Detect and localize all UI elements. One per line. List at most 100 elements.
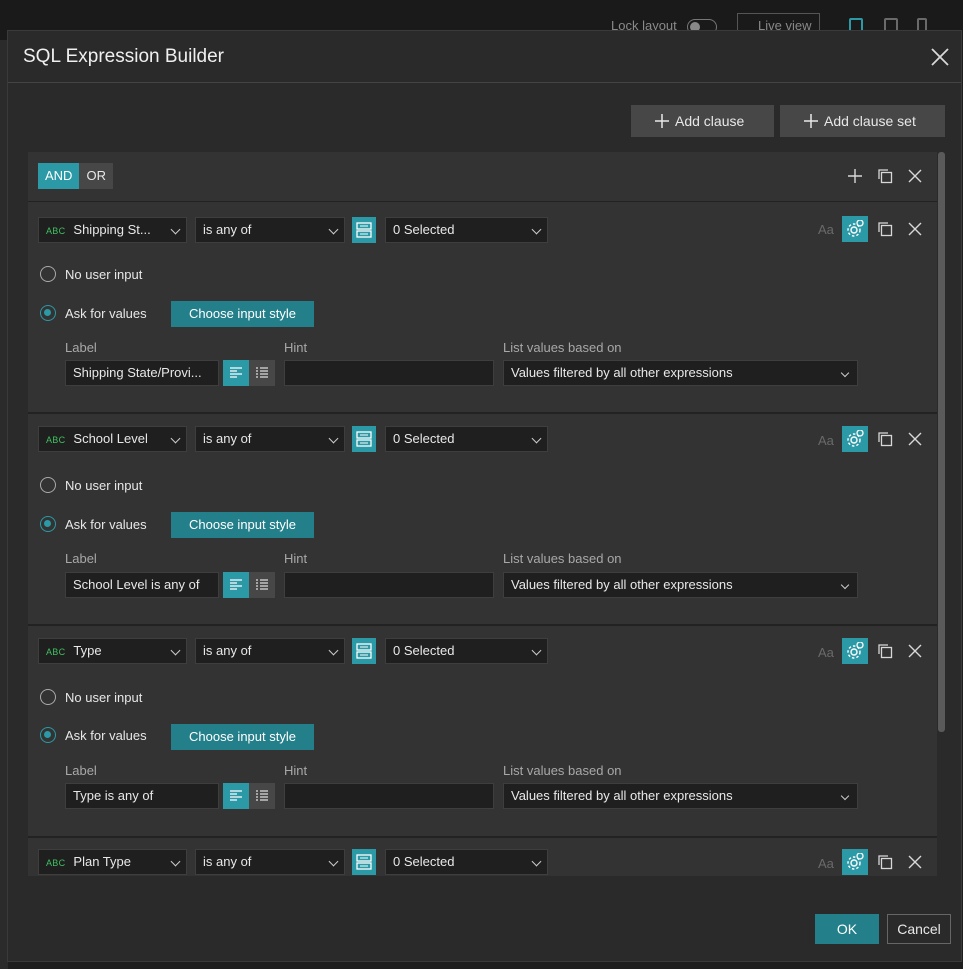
add-clause-set-button[interactable]: Add clause set (780, 105, 945, 137)
hint-heading: Hint (284, 340, 308, 355)
align-left-icon[interactable] (223, 360, 249, 386)
case-sensitive-icon[interactable]: Aa (818, 856, 834, 871)
ask-for-values-label: Ask for values (65, 305, 147, 321)
operator-value: is any of (203, 643, 252, 658)
clause-set-container: AND OR ABC Shipping St... is any of 0 Se… (28, 152, 937, 876)
delete-icon[interactable] (904, 851, 926, 873)
hint-input[interactable] (284, 572, 494, 598)
chevron-down-icon (328, 224, 339, 235)
radio-button-selected[interactable] (40, 516, 56, 532)
vertical-scrollbar[interactable] (938, 152, 945, 732)
case-sensitive-icon[interactable]: Aa (818, 433, 834, 448)
field-select[interactable]: ABC Shipping St... (38, 217, 187, 243)
case-sensitive-icon[interactable]: Aa (818, 645, 834, 660)
label-heading: Label (65, 763, 97, 778)
radio-button[interactable] (40, 689, 56, 705)
string-type-icon: ABC (46, 647, 66, 657)
value-source-icon[interactable] (352, 217, 376, 243)
operator-select[interactable]: is any of (195, 638, 345, 664)
case-sensitive-icon[interactable]: Aa (818, 222, 834, 237)
operator-select[interactable]: is any of (195, 426, 345, 452)
hint-input[interactable] (284, 360, 494, 386)
choose-input-style-button[interactable]: Choose input style (171, 301, 314, 327)
duplicate-icon[interactable] (874, 428, 896, 450)
string-type-icon: ABC (46, 435, 66, 445)
add-icon[interactable] (844, 165, 866, 187)
no-user-input-option[interactable]: No user input (40, 477, 142, 493)
duplicate-icon[interactable] (874, 851, 896, 873)
settings-gear-icon[interactable] (842, 638, 868, 664)
delete-icon[interactable] (904, 640, 926, 662)
duplicate-icon[interactable] (874, 640, 896, 662)
no-user-input-label: No user input (65, 689, 143, 705)
list-style-icon[interactable] (249, 783, 275, 809)
operator-value: is any of (203, 431, 252, 446)
operator-value: is any of (203, 854, 252, 869)
field-select[interactable]: ABC Plan Type (38, 849, 187, 875)
close-icon[interactable] (929, 46, 951, 68)
list-values-text: Values filtered by all other expressions (511, 365, 733, 380)
field-value: Type (73, 643, 102, 658)
list-values-text: Values filtered by all other expressions (511, 577, 733, 592)
value-select[interactable]: 0 Selected (385, 426, 548, 452)
value-select[interactable]: 0 Selected (385, 849, 548, 875)
list-style-icon[interactable] (249, 360, 275, 386)
no-user-input-label: No user input (65, 477, 143, 493)
clause-row: ABC Type is any of 0 Selected Aa No user… (28, 626, 937, 838)
list-values-select[interactable]: Values filtered by all other expressions (503, 783, 858, 809)
value-text: 0 Selected (393, 222, 455, 237)
value-source-icon[interactable] (352, 426, 376, 452)
duplicate-icon[interactable] (874, 165, 896, 187)
field-select[interactable]: ABC School Level (38, 426, 187, 452)
value-source-icon[interactable] (352, 638, 376, 664)
no-user-input-option[interactable]: No user input (40, 689, 142, 705)
list-values-select[interactable]: Values filtered by all other expressions (503, 360, 858, 386)
radio-button-selected[interactable] (40, 305, 56, 321)
radio-button[interactable] (40, 477, 56, 493)
settings-gear-icon[interactable] (842, 849, 868, 875)
label-input[interactable]: Shipping State/Provi... (65, 360, 219, 386)
value-source-icon[interactable] (352, 849, 376, 875)
list-style-icon[interactable] (249, 572, 275, 598)
radio-button[interactable] (40, 266, 56, 282)
choose-input-style-button[interactable]: Choose input style (171, 724, 314, 750)
choose-input-style-button[interactable]: Choose input style (171, 512, 314, 538)
value-select[interactable]: 0 Selected (385, 217, 548, 243)
value-select[interactable]: 0 Selected (385, 638, 548, 664)
logic-toggle: AND OR (38, 163, 113, 189)
or-option[interactable]: OR (79, 163, 113, 189)
ask-for-values-option[interactable]: Ask for values (40, 305, 147, 321)
delete-icon[interactable] (904, 428, 926, 450)
add-clause-button[interactable]: Add clause (631, 105, 774, 137)
list-values-heading: List values based on (503, 340, 622, 355)
label-input[interactable]: Type is any of (65, 783, 219, 809)
hint-input[interactable] (284, 783, 494, 809)
delete-icon[interactable] (904, 218, 926, 240)
no-user-input-option[interactable]: No user input (40, 266, 142, 282)
list-values-select[interactable]: Values filtered by all other expressions (503, 572, 858, 598)
clause-set-header: AND OR (28, 152, 937, 202)
chevron-down-icon (840, 580, 850, 590)
align-left-icon[interactable] (223, 572, 249, 598)
cancel-button[interactable]: Cancel (887, 914, 951, 944)
and-option[interactable]: AND (38, 163, 80, 189)
chevron-down-icon (531, 224, 542, 235)
field-value: Plan Type (73, 854, 131, 869)
settings-gear-icon[interactable] (842, 426, 868, 452)
chevron-down-icon (328, 645, 339, 656)
field-select[interactable]: ABC Type (38, 638, 187, 664)
delete-icon[interactable] (904, 165, 926, 187)
align-left-icon[interactable] (223, 783, 249, 809)
add-clause-label: Add clause (675, 113, 745, 129)
sql-expression-builder-dialog: SQL Expression Builder Add clause Add cl… (7, 30, 962, 962)
label-input[interactable]: School Level is any of (65, 572, 219, 598)
operator-select[interactable]: is any of (195, 849, 345, 875)
radio-button-selected[interactable] (40, 727, 56, 743)
duplicate-icon[interactable] (874, 218, 896, 240)
ask-for-values-option[interactable]: Ask for values (40, 516, 147, 532)
ok-button[interactable]: OK (815, 914, 879, 944)
settings-gear-icon[interactable] (842, 216, 868, 242)
ask-for-values-option[interactable]: Ask for values (40, 727, 147, 743)
hint-heading: Hint (284, 551, 308, 566)
operator-select[interactable]: is any of (195, 217, 345, 243)
